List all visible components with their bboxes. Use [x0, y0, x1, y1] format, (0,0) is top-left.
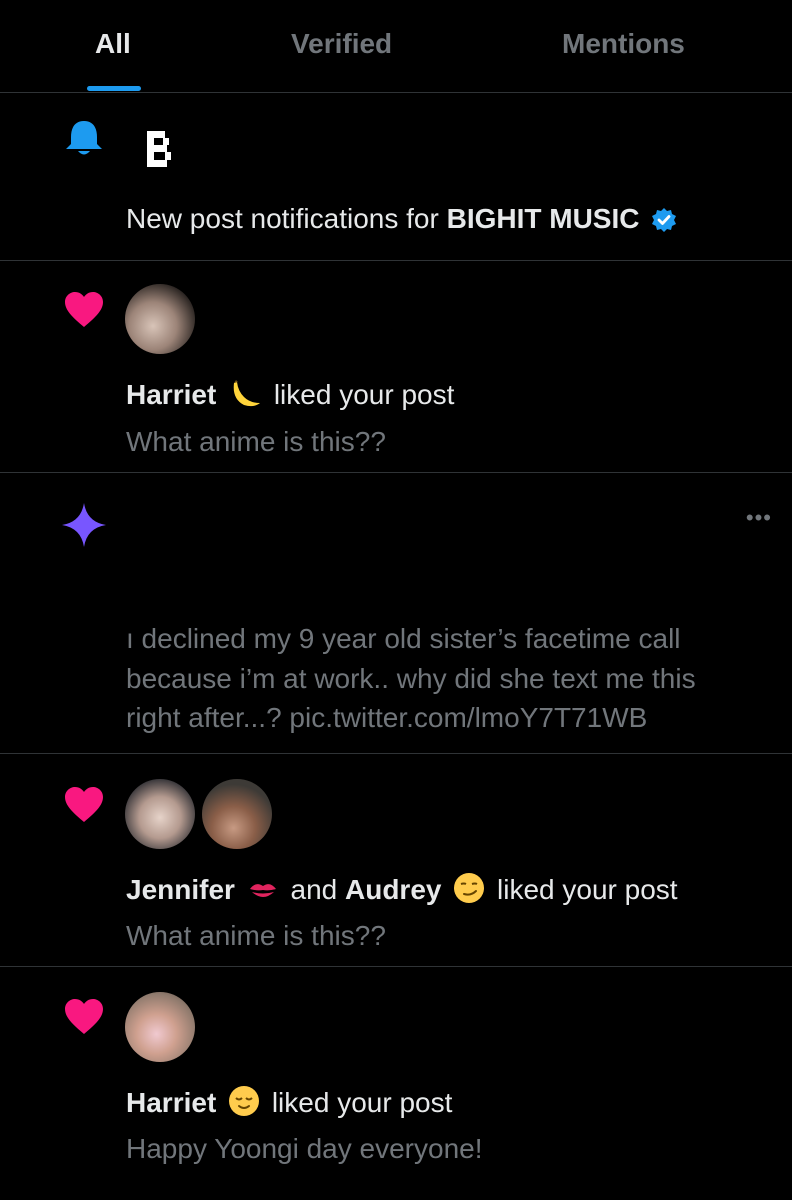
bighit-logo-icon: [147, 131, 173, 172]
post-snippet: What anime is this??: [126, 920, 386, 951]
heart-icon: [64, 787, 104, 828]
notification-post-alert[interactable]: New post notifications for BIGHIT MUSIC: [0, 93, 792, 261]
avatar[interactable]: [125, 284, 195, 354]
user-name: Audrey: [345, 874, 442, 905]
notification-text: Jennifer and Audrey liked your post: [126, 872, 678, 911]
tab-all[interactable]: All: [95, 28, 131, 60]
verified-badge-icon: [651, 207, 677, 240]
avatar[interactable]: [202, 779, 272, 849]
active-tab-indicator: [87, 86, 141, 91]
notification-text: Harriet liked your post: [126, 1085, 452, 1124]
sparkle-icon: [60, 501, 108, 554]
relieved-face-emoji: [228, 1085, 260, 1124]
notification-text: Harriet liked your post: [126, 379, 454, 416]
banana-emoji: [228, 379, 262, 416]
user-name: Harriet: [126, 379, 217, 410]
heart-icon: [64, 292, 104, 333]
notification-tabs: All Verified Mentions: [0, 0, 792, 93]
more-options-icon[interactable]: •••: [746, 505, 772, 531]
kiss-mark-emoji: [247, 878, 279, 911]
bell-icon: [64, 119, 104, 162]
avatar[interactable]: [125, 992, 195, 1062]
notification-recommendation[interactable]: ı declined my 9 year old sister’s faceti…: [0, 473, 792, 754]
post-text-line: right after...? pic.twitter.com/lmoY7T71…: [126, 702, 648, 733]
user-name: Jennifer: [126, 874, 235, 905]
avatar[interactable]: [125, 779, 195, 849]
notification-like[interactable]: Jennifer and Audrey liked your post What…: [0, 754, 792, 967]
smirking-face-emoji: [453, 872, 485, 911]
notification-like[interactable]: Harriet liked your post What anime is th…: [0, 261, 792, 473]
user-name: Harriet: [126, 1087, 217, 1118]
notification-text: New post notifications for BIGHIT MUSIC: [126, 203, 681, 240]
heart-icon: [64, 999, 104, 1040]
account-name: BIGHIT MUSIC: [446, 203, 640, 234]
post-text-line: because i’m at work.. why did she text m…: [126, 663, 696, 694]
post-text-line: ı declined my 9 year old sister’s faceti…: [126, 623, 681, 654]
tab-verified[interactable]: Verified: [291, 28, 392, 60]
post-snippet: Happy Yoongi day everyone!: [126, 1133, 483, 1164]
post-snippet: What anime is this??: [126, 426, 386, 457]
tab-mentions[interactable]: Mentions: [562, 28, 685, 60]
notification-like[interactable]: Harriet liked your post Happy Yoongi day…: [0, 967, 792, 1200]
